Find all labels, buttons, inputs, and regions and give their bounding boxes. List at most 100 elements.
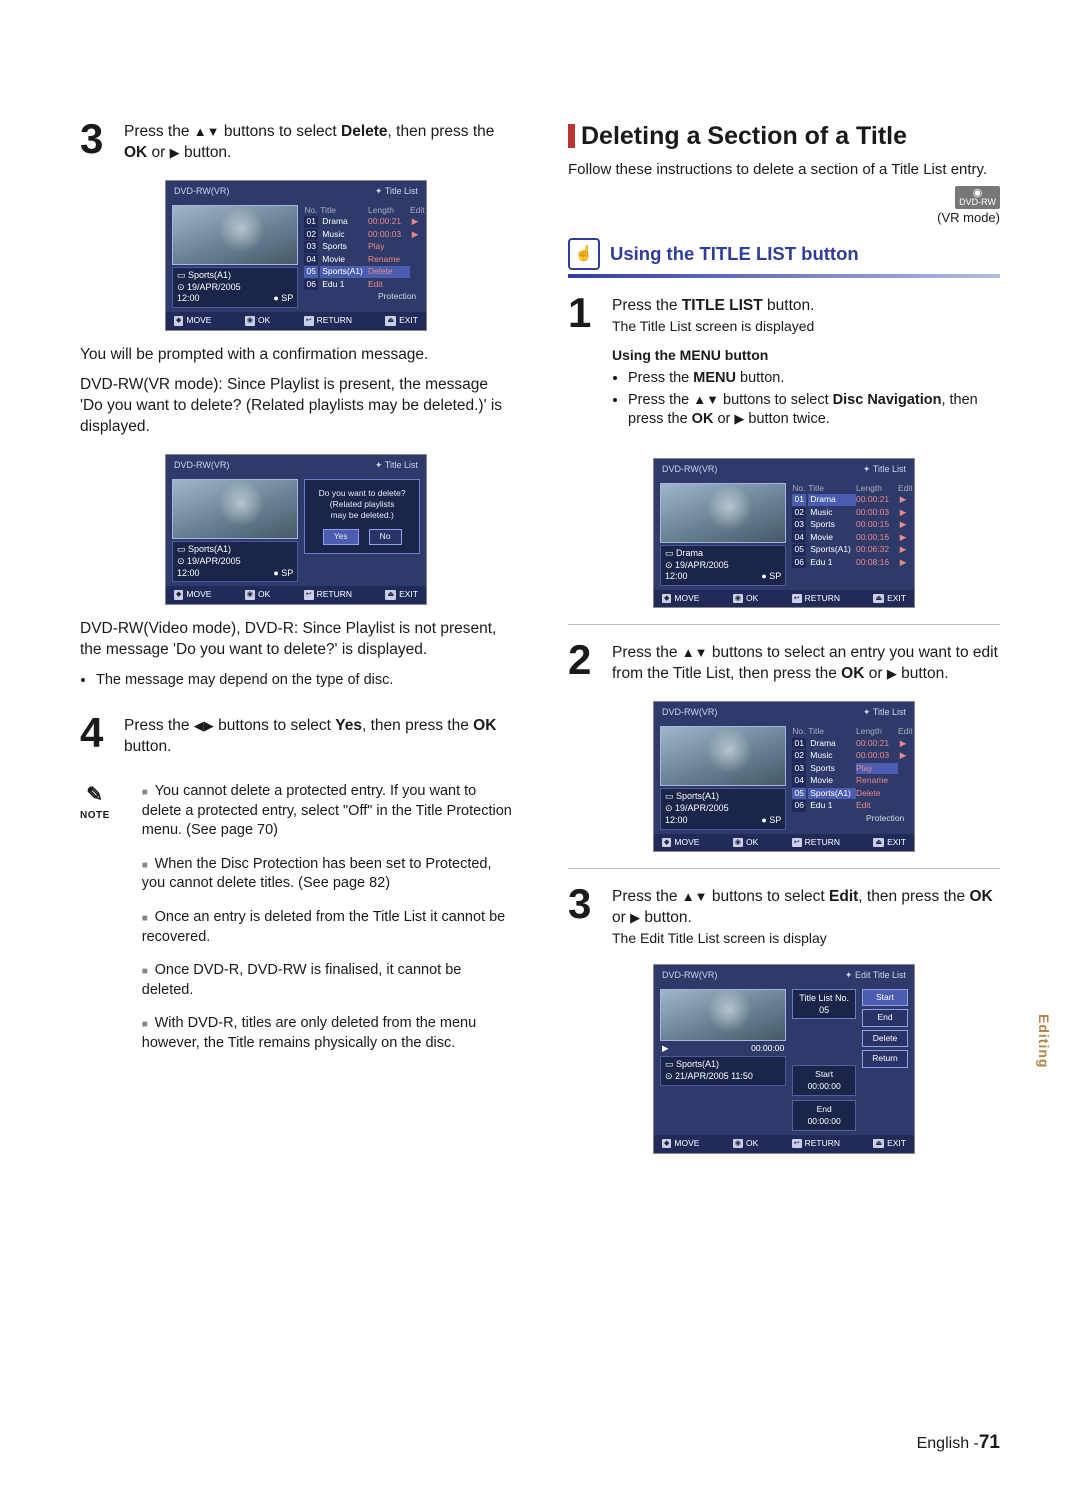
start-button[interactable]: Start [862, 989, 908, 1006]
left-right-icon: ◀▶ [194, 718, 214, 733]
osd-info-time: 12:00 [665, 571, 688, 583]
col-no: No. [792, 483, 806, 494]
footer-return: RETURN [317, 589, 352, 600]
confirm-line: (Related playlists [311, 499, 413, 510]
osd-info-name: Sports(A1) [676, 1059, 719, 1069]
col-title: Title [806, 483, 856, 494]
disc-mode-block: ◉ DVD-RW (VR mode) [568, 186, 1000, 226]
osd-disc: DVD-RW(VR) [174, 459, 229, 471]
mode-label: DVD-RW [959, 197, 996, 207]
osd-title-list: DVD-RW(VR) ✦ Title List ▭ Drama ⊙ 19/APR… [653, 458, 915, 609]
play-icon: ▶ [662, 1043, 669, 1054]
osd-footer: ◆MOVE ◉OK ↩RETURN ⏏EXIT [166, 312, 426, 329]
title-list-label: TITLE LIST [682, 297, 763, 314]
note-bullet: The message may depend on the type of di… [80, 671, 512, 691]
text: button. [763, 297, 815, 314]
select-delete: Delete [341, 123, 388, 140]
step-number: 3 [80, 120, 114, 158]
delete-button[interactable]: Delete [862, 1030, 908, 1047]
footer-move: MOVE [674, 1138, 699, 1149]
osd-disc: DVD-RW(VR) [174, 185, 229, 197]
col-no: No. [304, 205, 318, 216]
note-list: You cannot delete a protected entry. If … [126, 782, 512, 1067]
text: Press the [612, 297, 682, 314]
confirm-dialog: Do you want to delete? (Related playlist… [304, 479, 420, 553]
step-2-select-entry: 2 Press the ▲▼ buttons to select an entr… [568, 641, 1000, 685]
osd-title: Title List [385, 460, 418, 470]
footer-return: RETURN [317, 315, 352, 326]
osd-info-name: Sports(A1) [188, 270, 231, 280]
osd-title: Title List [385, 186, 418, 196]
note-item: With DVD-R, titles are only deleted from… [142, 1014, 512, 1053]
section-sub: Follow these instructions to delete a se… [568, 160, 1000, 180]
right-icon: ▶ [887, 666, 897, 681]
col-title: Title [806, 726, 856, 737]
text: , then press the [362, 717, 473, 734]
end-button[interactable]: End [862, 1009, 908, 1026]
left-column: 3 Press the ▲▼ buttons to select Delete,… [80, 120, 512, 1168]
footer-move: MOVE [674, 593, 699, 604]
bullet-item: Press the MENU button. [628, 369, 1000, 389]
osd-disc: DVD-RW(VR) [662, 706, 717, 718]
mode-sub: (VR mode) [937, 210, 1000, 225]
confirm-line: Do you want to delete? [311, 488, 413, 499]
footer-ok: OK [746, 593, 758, 604]
footer-exit: EXIT [887, 837, 906, 848]
osd-info-sp: SP [769, 815, 781, 825]
text: button. [124, 738, 171, 755]
col-no: No. [792, 726, 806, 737]
confirm-line: may be deleted.) [311, 510, 413, 521]
method-bar: ☝ Using the TITLE LIST button [568, 238, 1000, 270]
table-row: 04Movie00:00:16▶ [792, 532, 908, 543]
osd-title: Title List [873, 707, 906, 717]
col-edit: Edit [898, 726, 908, 737]
manual-page: 3 Press the ▲▼ buttons to select Delete,… [0, 0, 1080, 1494]
select-yes: Yes [335, 717, 362, 734]
ok-label: OK [124, 144, 147, 161]
note-item: You cannot delete a protected entry. If … [142, 782, 512, 841]
osd-info-date: 19/APR/2005 [187, 556, 241, 566]
menu-protection: Protection [378, 291, 420, 302]
step-number: 2 [568, 641, 602, 679]
footer-return: RETURN [805, 1138, 840, 1149]
note-icon: ✎ [80, 782, 110, 809]
osd-info-name: Drama [676, 548, 703, 558]
osd-info-date: 19/APR/2005 [187, 282, 241, 292]
return-button[interactable]: Return [862, 1050, 908, 1067]
step-3-edit: 3 Press the ▲▼ buttons to select Edit, t… [568, 885, 1000, 948]
select-edit: Edit [829, 888, 858, 905]
osd-info-sp: SP [281, 293, 293, 303]
table-row: 05Sports(A1)00:06:32▶ [792, 544, 908, 555]
footer-exit: EXIT [399, 589, 418, 600]
osd-title-list-play: DVD-RW(VR) ✦ Title List ▭ Sports(A1) ⊙ 1… [653, 701, 915, 852]
yes-button[interactable]: Yes [323, 529, 359, 544]
text: or [864, 665, 886, 682]
text: , then press the [388, 123, 495, 140]
step3-sub: The Edit Title List screen is display [612, 929, 1000, 948]
ok-label: OK [841, 665, 864, 682]
footer-move: MOVE [186, 315, 211, 326]
osd-footer: ◆MOVE ◉OK ↩RETURN ⏏EXIT [654, 1135, 914, 1152]
up-down-icon: ▲▼ [693, 392, 719, 407]
table-row: 01Drama00:00:21▶ [792, 738, 908, 749]
table-row: 04MovieRename [792, 775, 908, 786]
osd-info-date: 19/APR/2005 [675, 560, 729, 570]
text: buttons to select [214, 717, 336, 734]
method-title: Using the TITLE LIST button [610, 242, 859, 267]
osd-disc: DVD-RW(VR) [662, 463, 717, 475]
text: Press the [612, 888, 682, 905]
footer-exit: EXIT [399, 315, 418, 326]
note-block: ✎ NOTE You cannot delete a protected ent… [80, 782, 512, 1067]
osd-delete-confirm: DVD-RW(VR) ✦ Title List ▭ Sports(A1) ⊙ 1… [165, 454, 427, 605]
footer-ok: OK [258, 589, 270, 600]
text: Press the [124, 717, 194, 734]
no-button[interactable]: No [369, 529, 402, 544]
osd-disc: DVD-RW(VR) [662, 969, 717, 981]
bullet-item: The message may depend on the type of di… [96, 671, 512, 691]
col-edit: Edit [898, 483, 908, 494]
note-label: ✎ NOTE [80, 782, 110, 1067]
edit-titlebar: Title List No. 05 [792, 989, 856, 1019]
col-length: Length [856, 483, 898, 494]
footer-return: RETURN [805, 837, 840, 848]
end-cell: End00:00:00 [792, 1100, 856, 1131]
